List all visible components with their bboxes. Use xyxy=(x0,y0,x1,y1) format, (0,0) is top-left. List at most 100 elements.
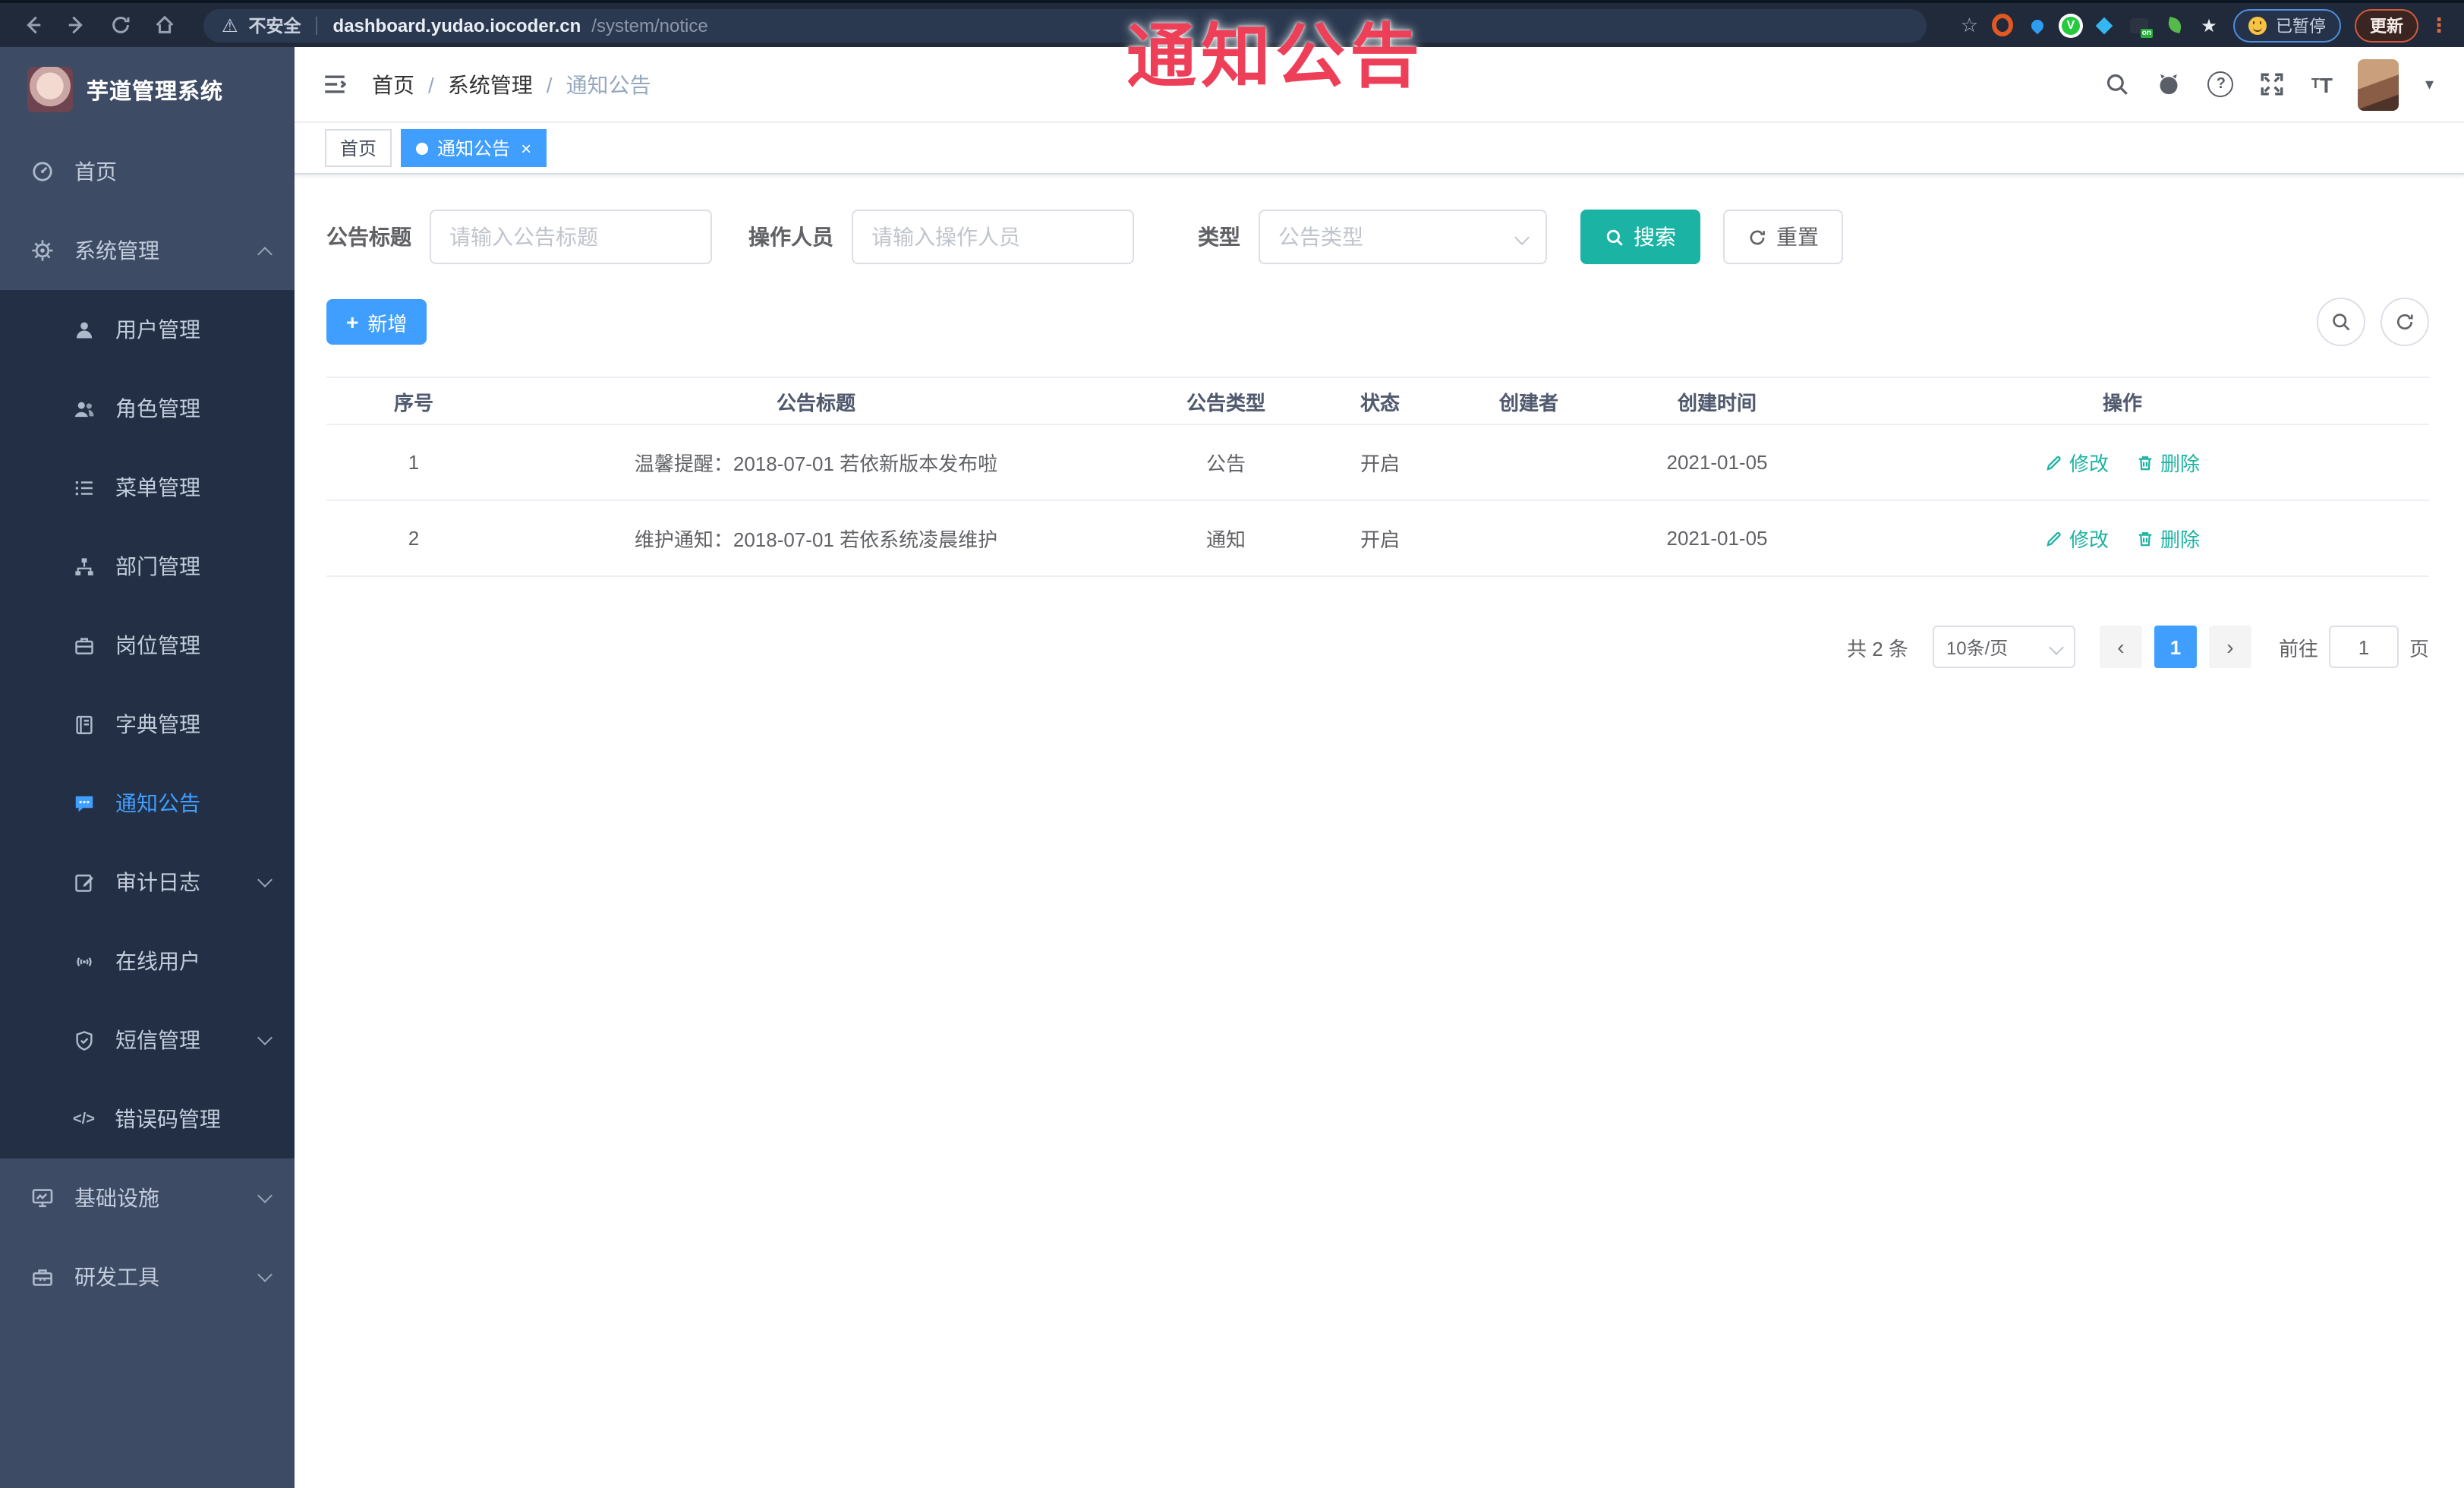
col-header-created: 创建时间 xyxy=(1677,391,1757,414)
sidebar-item-departments[interactable]: 部门管理 xyxy=(0,527,295,606)
sidebar-item-home[interactable]: 首页 xyxy=(0,132,295,211)
close-tab-icon[interactable]: × xyxy=(521,139,531,157)
fullscreen-icon[interactable] xyxy=(2260,71,2286,97)
chat-bubble-icon xyxy=(73,792,96,815)
breadcrumb-home[interactable]: 首页 xyxy=(372,69,414,99)
help-icon[interactable]: ? xyxy=(2207,71,2234,97)
search-button-label: 搜索 xyxy=(1634,225,1676,249)
tab-notice[interactable]: 通知公告 × xyxy=(401,129,547,167)
sidebar-item-label: 通知公告 xyxy=(115,791,200,815)
sidebar-item-label: 岗位管理 xyxy=(115,633,200,657)
system-submenu: 用户管理 角色管理 菜单管理 部门管理 岗位管理 字典管理 通知公告 审计日志 … xyxy=(0,290,295,1158)
extension-puzzle-icon[interactable]: ★ xyxy=(2198,14,2220,36)
refresh-button[interactable] xyxy=(2381,298,2429,346)
edit-link[interactable]: 修改 xyxy=(2045,524,2109,553)
sidebar-toggle-icon[interactable] xyxy=(322,71,348,97)
sidebar-item-sms[interactable]: 短信管理 xyxy=(0,1001,295,1080)
reset-button[interactable]: 重置 xyxy=(1723,210,1843,264)
shield-icon xyxy=(73,1029,96,1051)
extension-leaf-icon[interactable] xyxy=(2163,14,2185,36)
chevron-down-icon xyxy=(2049,639,2064,654)
search-icon[interactable] xyxy=(2105,71,2131,97)
user-icon xyxy=(73,318,96,341)
add-button[interactable]: + 新增 xyxy=(326,299,427,345)
plus-icon: + xyxy=(346,310,359,334)
extension-on-badge-icon[interactable]: on xyxy=(2128,14,2153,37)
next-page-button[interactable]: › xyxy=(2208,626,2251,668)
delete-link[interactable]: 删除 xyxy=(2136,524,2200,553)
notice-title-input[interactable] xyxy=(430,210,712,264)
sidebar-item-notice[interactable]: 通知公告 xyxy=(0,764,295,843)
cell-no: 2 xyxy=(408,527,420,550)
cell-actions: 修改 删除 xyxy=(1816,448,2429,477)
sidebar-item-dict[interactable]: 字典管理 xyxy=(0,685,295,764)
bookmark-star-icon[interactable]: ☆ xyxy=(1961,13,1978,37)
main-panel: 首页 / 系统管理 / 通知公告 ? TT ▾ 首页 通知公告 × 公告标题 请… xyxy=(295,47,2464,1488)
toggle-search-button[interactable] xyxy=(2317,298,2365,346)
notice-title-label: 公告标题 xyxy=(326,225,411,249)
type-select[interactable]: 公告类型 xyxy=(1259,210,1547,264)
reload-icon[interactable] xyxy=(109,14,132,36)
sidebar-item-infrastructure[interactable]: 基础设施 xyxy=(0,1158,295,1237)
sidebar-item-online-users[interactable]: 在线用户 xyxy=(0,922,295,1001)
url-path: /system/notice xyxy=(591,14,708,36)
sidebar-item-audit-log[interactable]: 审计日志 xyxy=(0,843,295,922)
delete-link[interactable]: 删除 xyxy=(2136,448,2200,477)
app-logo[interactable]: 芋道管理系统 xyxy=(0,47,295,132)
tab-home[interactable]: 首页 xyxy=(325,129,392,167)
back-icon[interactable] xyxy=(21,14,44,36)
extension-orange-icon[interactable] xyxy=(1992,14,2013,36)
header-actions: ? TT ▾ xyxy=(2105,58,2434,110)
reset-button-label: 重置 xyxy=(1776,225,1819,249)
edit-link-label: 修改 xyxy=(2069,452,2109,475)
font-size-icon[interactable]: TT xyxy=(2311,74,2333,95)
sidebar-item-roles[interactable]: 角色管理 xyxy=(0,369,295,448)
pagination: 共 2 条 10条/页 ‹ 1 › 前往 页 xyxy=(326,626,2429,668)
forward-icon[interactable] xyxy=(65,14,88,36)
paused-badge[interactable]: 已暂停 xyxy=(2233,8,2341,42)
sidebar-item-menus[interactable]: 菜单管理 xyxy=(0,448,295,527)
home-icon[interactable] xyxy=(153,14,176,36)
breadcrumb-system[interactable]: 系统管理 xyxy=(448,69,533,99)
page-size-select[interactable]: 10条/页 xyxy=(1932,626,2075,668)
users-icon xyxy=(73,397,96,420)
monitor-icon xyxy=(30,1186,55,1210)
delete-link-label: 删除 xyxy=(2160,528,2201,551)
app: 芋道管理系统 首页 系统管理 用户管理 角色管理 菜单管理 部门管理 岗位管理 … xyxy=(0,47,2464,1488)
emoji-avatar-icon xyxy=(2248,16,2267,34)
update-button[interactable]: 更新 xyxy=(2355,8,2418,42)
watermark-title: 通知公告 xyxy=(1126,17,1424,96)
address-bar[interactable]: ⚠ 不安全 dashboard.yudao.iocoder.cn /system… xyxy=(203,8,1927,42)
sidebar-item-label: 审计日志 xyxy=(115,870,200,894)
browser-nav xyxy=(21,14,176,36)
goto-page-input[interactable] xyxy=(2328,626,2399,668)
sidebar-item-dev-tools[interactable]: 研发工具 xyxy=(0,1237,295,1316)
browser-menu-icon[interactable]: ⋮ xyxy=(2429,13,2449,37)
extension-pin-icon[interactable] xyxy=(2027,14,2048,36)
cell-created: 2021-01-05 xyxy=(1666,527,1768,550)
page-number-button[interactable]: 1 xyxy=(2154,626,2197,668)
sidebar-item-label: 在线用户 xyxy=(115,949,200,973)
log-edit-icon xyxy=(73,871,96,894)
edit-link[interactable]: 修改 xyxy=(2045,448,2109,477)
extension-green-icon[interactable]: V xyxy=(2062,16,2080,34)
extension-diamond-icon[interactable] xyxy=(2094,14,2115,36)
sidebar-item-users[interactable]: 用户管理 xyxy=(0,290,295,369)
active-tab-dot-icon xyxy=(416,142,429,154)
sidebar-item-label: 系统管理 xyxy=(74,238,159,263)
search-button[interactable]: 搜索 xyxy=(1580,210,1700,264)
paused-badge-label: 已暂停 xyxy=(2276,17,2326,36)
chevron-up-icon xyxy=(257,246,273,261)
sidebar-item-posts[interactable]: 岗位管理 xyxy=(0,606,295,685)
sidebar-item-error-codes[interactable]: </> 错误码管理 xyxy=(0,1080,295,1158)
operator-input[interactable] xyxy=(852,210,1134,264)
filter-form: 公告标题 操作人员 类型 公告类型 搜索 重置 xyxy=(326,210,2429,264)
sidebar-item-system[interactable]: 系统管理 xyxy=(0,211,295,290)
browser-right-cluster: ☆ V on ★ 已暂停 更新 ⋮ xyxy=(1961,8,2449,42)
prev-page-button[interactable]: ‹ xyxy=(2099,626,2142,668)
avatar-caret-icon[interactable]: ▾ xyxy=(2425,74,2434,94)
cell-no: 1 xyxy=(408,451,420,474)
tab-label: 通知公告 xyxy=(437,138,511,159)
github-icon[interactable] xyxy=(2157,71,2182,97)
user-avatar[interactable] xyxy=(2358,58,2399,110)
